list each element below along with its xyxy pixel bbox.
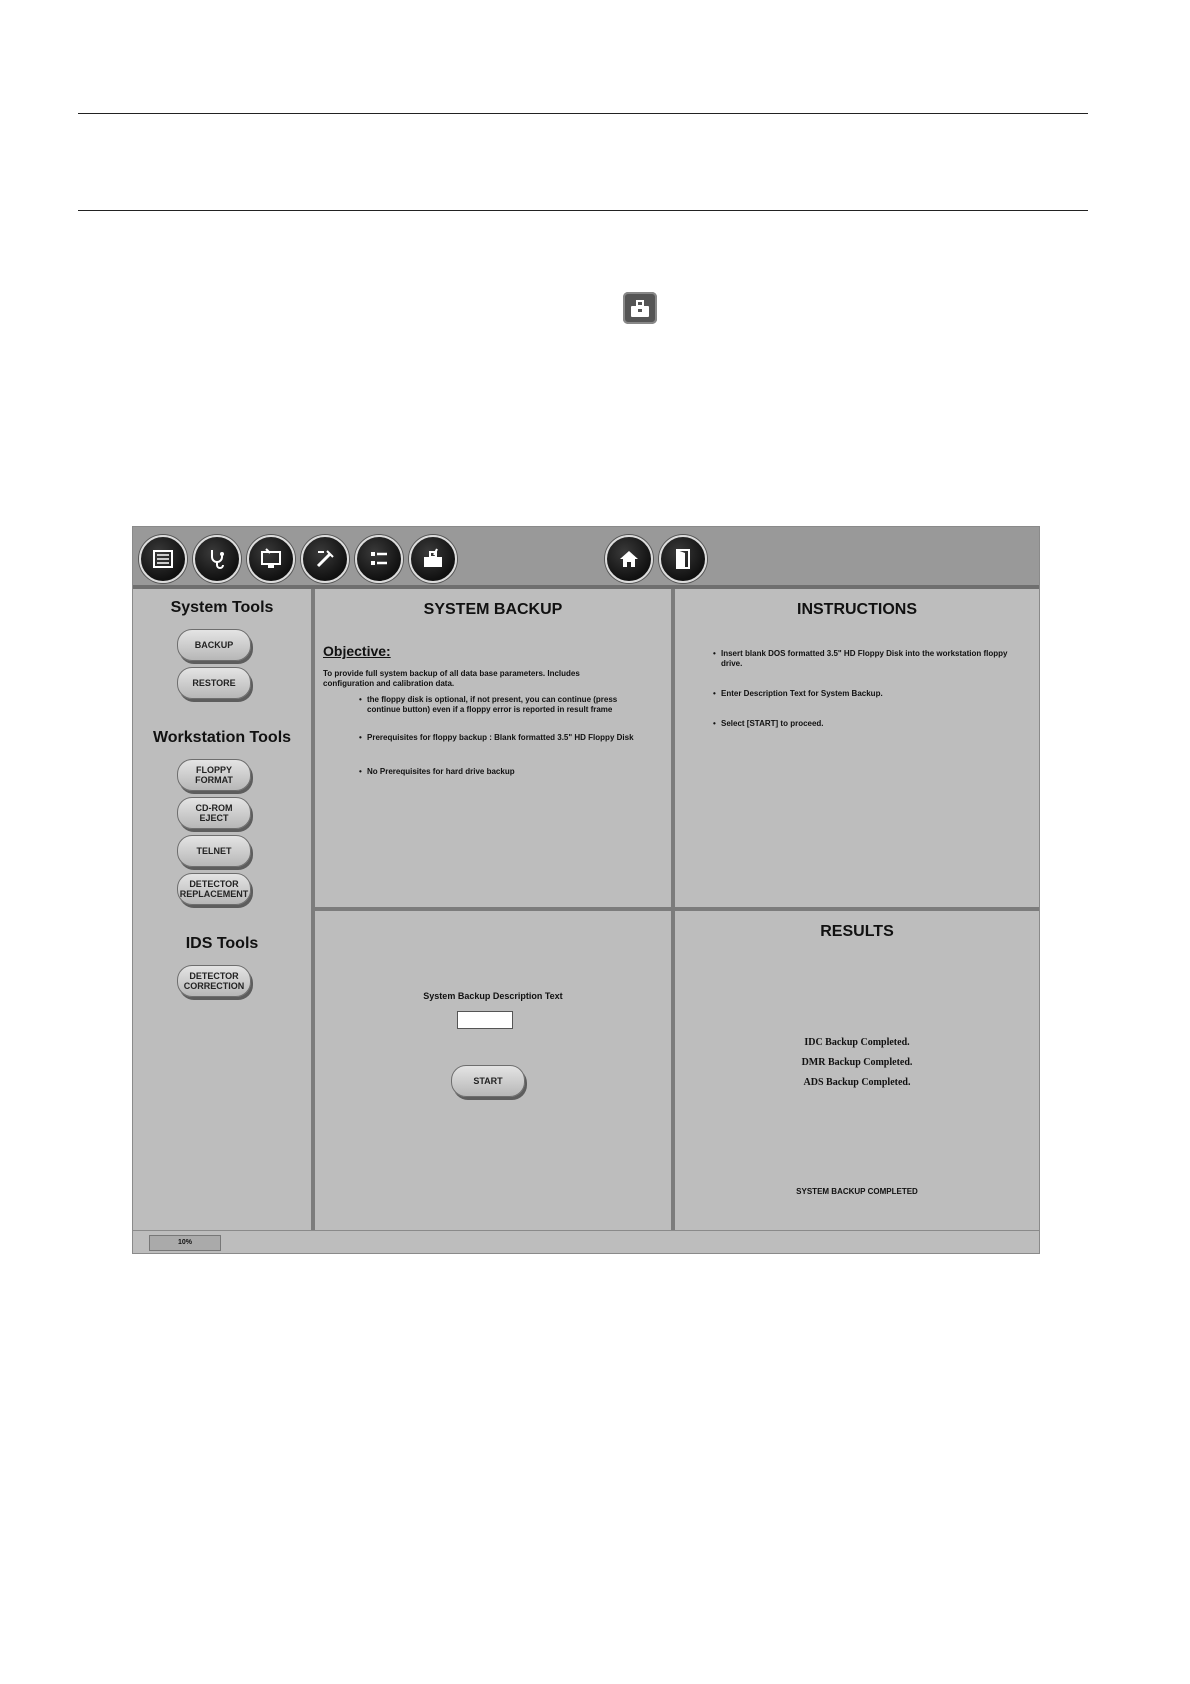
result-line-dmr: DMR Backup Completed. xyxy=(801,1057,913,1068)
description-input[interactable] xyxy=(457,1011,513,1029)
backup-button[interactable]: BACKUP xyxy=(177,629,251,661)
list-item: the floppy disk is optional, if not pres… xyxy=(359,695,649,715)
instructions-panel: INSTRUCTIONS Insert blank DOS formatted … xyxy=(675,589,1039,911)
monitor-icon[interactable] xyxy=(247,535,295,583)
header-rule-bottom xyxy=(78,210,1088,211)
backup-complete-status: SYSTEM BACKUP COMPLETED xyxy=(796,1187,918,1196)
home-icon[interactable] xyxy=(605,535,653,583)
results-panel: RESULTS IDC Backup Completed. DMR Backup… xyxy=(675,911,1039,1230)
progress-indicator: 10% xyxy=(149,1235,221,1251)
cdrom-eject-button[interactable]: CD-ROM EJECT xyxy=(177,797,251,829)
toolbox-icon[interactable] xyxy=(409,535,457,583)
objective-heading: Objective: xyxy=(323,643,391,659)
objective-label: Objective xyxy=(323,643,387,659)
objective-colon: : xyxy=(386,643,391,659)
main-toolbar xyxy=(133,527,1039,589)
instructions-title: INSTRUCTIONS xyxy=(797,601,917,618)
list-item: Select [START] to proceed. xyxy=(713,719,1013,729)
restore-button[interactable]: RESTORE xyxy=(177,667,251,699)
result-line-idc: IDC Backup Completed. xyxy=(804,1037,910,1048)
header-rule-top xyxy=(78,113,1088,114)
result-line-ads: ADS Backup Completed. xyxy=(803,1077,911,1088)
tools-sidebar: System Tools BACKUP RESTORE Workstation … xyxy=(133,589,315,1230)
detector-correction-button[interactable]: DETECTOR CORRECTION xyxy=(177,965,251,997)
service-application-window: System Tools BACKUP RESTORE Workstation … xyxy=(132,526,1040,1254)
ids-tools-heading: IDS Tools xyxy=(185,935,259,952)
list-item: No Prerequisites for hard drive backup xyxy=(359,767,649,777)
description-label: System Backup Description Text xyxy=(423,991,563,1001)
detector-replacement-button[interactable]: DETECTOR REPLACEMENT xyxy=(177,873,251,905)
toolbox-icon xyxy=(623,292,657,324)
status-bar: 10% xyxy=(133,1230,1039,1253)
calibration-icon[interactable] xyxy=(301,535,349,583)
exit-door-icon[interactable] xyxy=(659,535,707,583)
list-item: Enter Description Text for System Backup… xyxy=(713,689,1013,699)
start-button[interactable]: START xyxy=(451,1065,525,1097)
checklist-icon[interactable] xyxy=(355,535,403,583)
list-icon[interactable] xyxy=(139,535,187,583)
system-backup-title: SYSTEM BACKUP xyxy=(423,601,563,618)
floppy-format-button[interactable]: FLOPPY FORMAT xyxy=(177,759,251,791)
objective-bullets: the floppy disk is optional, if not pres… xyxy=(359,695,649,777)
system-tools-heading: System Tools xyxy=(170,599,274,616)
list-item: Insert blank DOS formatted 3.5" HD Flopp… xyxy=(713,649,1013,669)
list-item: Prerequisites for floppy backup : Blank … xyxy=(359,733,649,743)
system-backup-panel: SYSTEM BACKUP Objective: To provide full… xyxy=(315,589,675,911)
telnet-button[interactable]: TELNET xyxy=(177,835,251,867)
results-title: RESULTS xyxy=(820,923,894,940)
backup-description-panel: System Backup Description Text START xyxy=(315,911,675,1230)
workstation-tools-heading: Workstation Tools xyxy=(152,729,292,746)
objective-text: To provide full system backup of all dat… xyxy=(323,669,580,688)
stethoscope-icon[interactable] xyxy=(193,535,241,583)
instructions-list: Insert blank DOS formatted 3.5" HD Flopp… xyxy=(713,649,1013,749)
